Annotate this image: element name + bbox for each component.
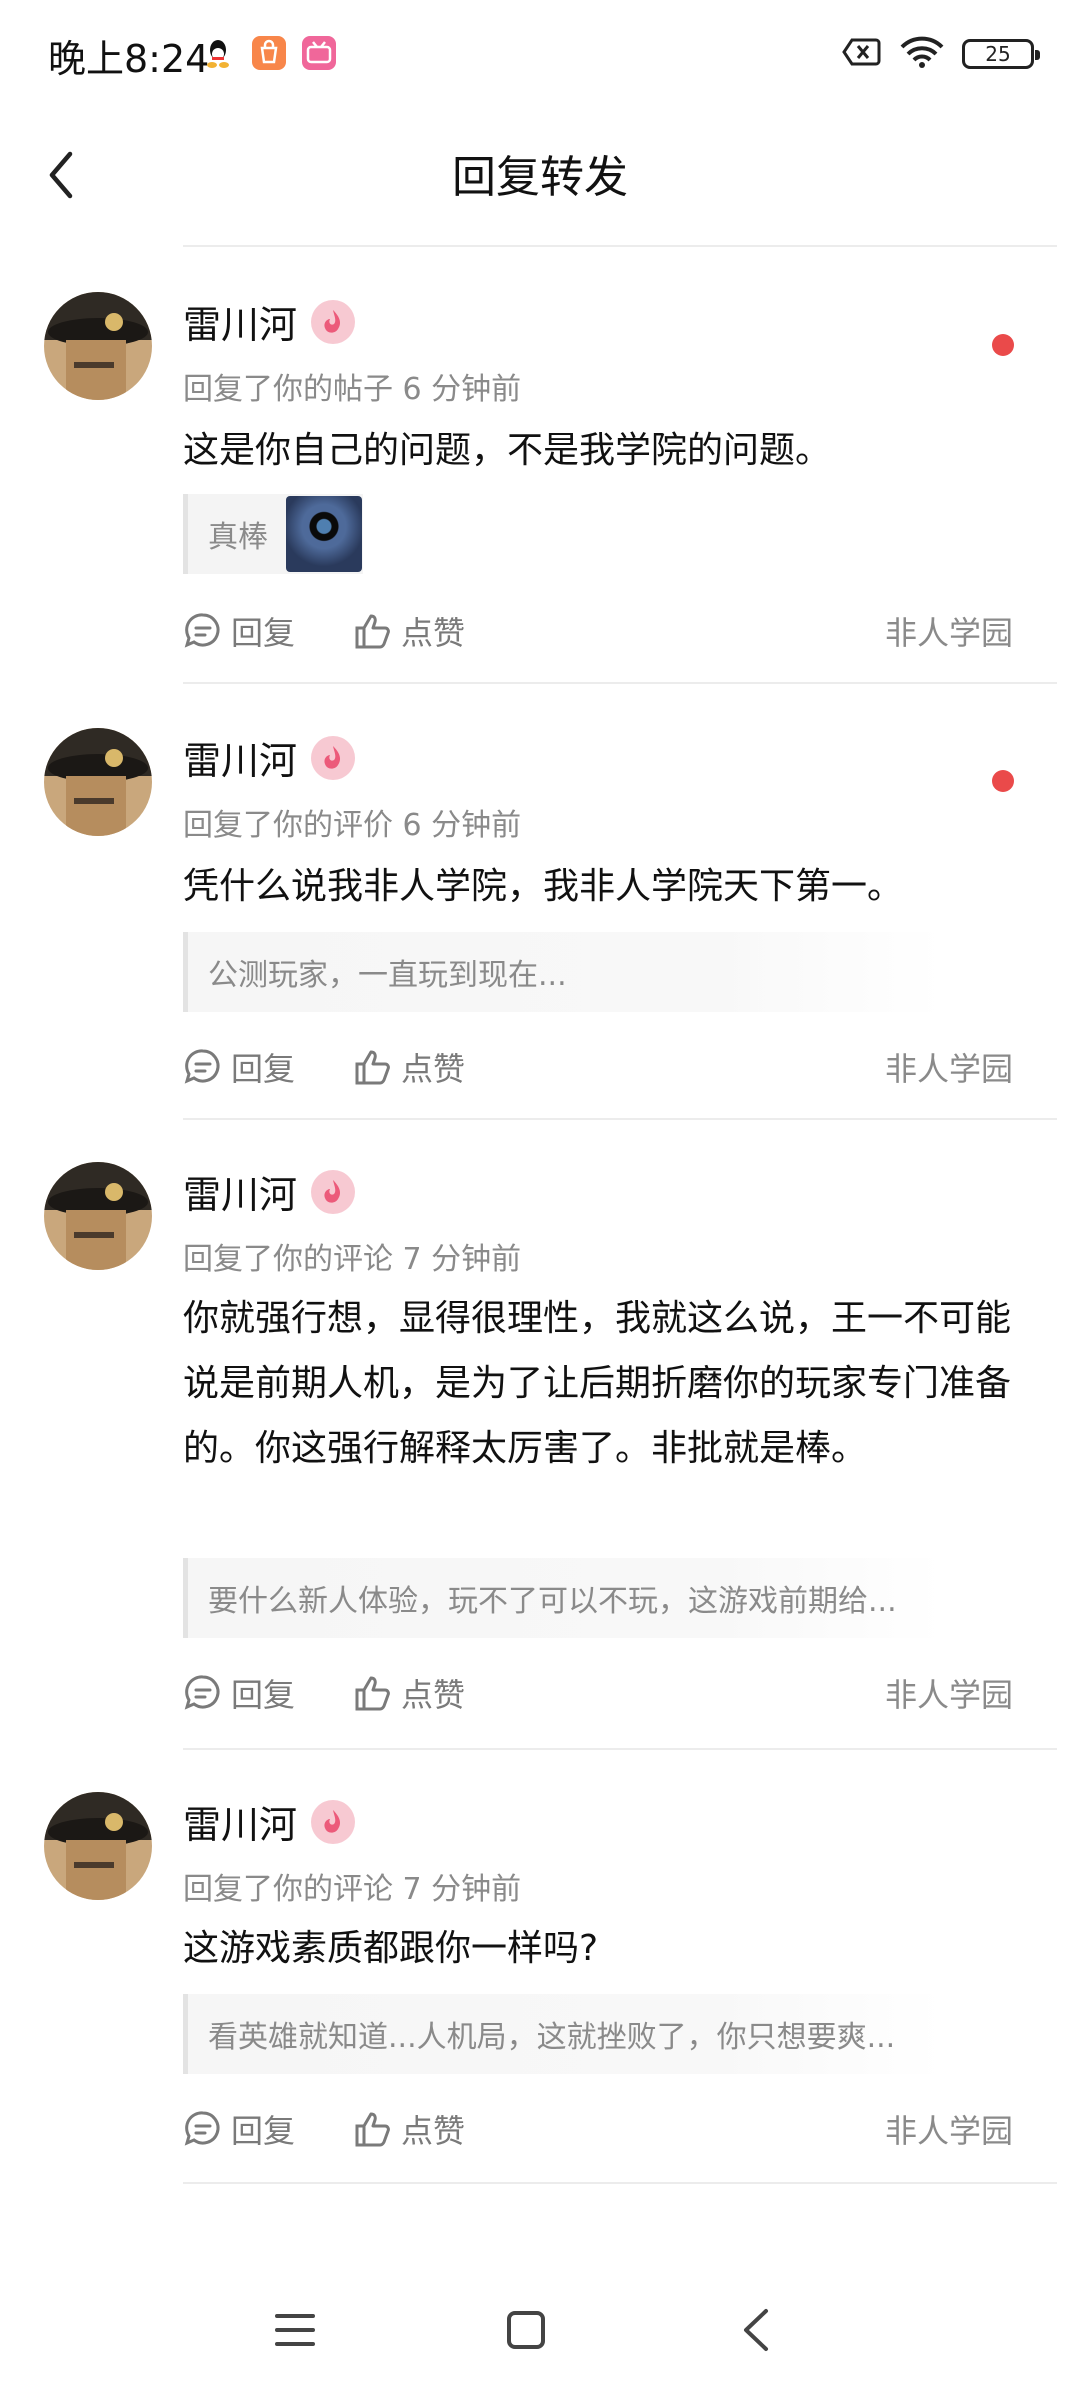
name-row: 雷川河 <box>183 294 356 349</box>
forum-link[interactable]: 非人学园 <box>885 608 1013 654</box>
thumbs-up-icon <box>355 1050 390 1085</box>
action-row: 回复 点赞 非人学园 <box>183 606 1013 656</box>
unread-dot <box>992 770 1014 792</box>
qq-icon <box>206 38 230 68</box>
like-button[interactable]: 点赞 <box>353 1044 465 1090</box>
comment-icon <box>184 2111 220 2146</box>
system-nav-bar <box>0 2260 1080 2400</box>
reply-content: 凭什么说我非人学院，我非人学院天下第一。 <box>183 866 904 907</box>
reply-content: 这是你自己的问题，不是我学院的问题。 <box>183 430 832 471</box>
username[interactable]: 雷川河 <box>183 1794 297 1849</box>
reply-button[interactable]: 回复 <box>183 1044 295 1090</box>
back-triangle-icon <box>744 2309 768 2351</box>
status-bar: 晚上8:24 25 <box>0 0 1080 105</box>
notification-meta: 回复了你的评论 7 分钟前 <box>183 1242 522 1277</box>
like-label: 点赞 <box>401 614 466 652</box>
level-badge-icon <box>311 299 356 344</box>
avatar[interactable] <box>44 728 152 836</box>
notification-meta: 回复了你的评价 6 分钟前 <box>183 808 522 843</box>
no-sim-icon <box>842 37 882 71</box>
bilibili-icon <box>302 36 336 70</box>
notification-item[interactable]: 雷川河 回复了你的评论 7 分钟前 这游戏素质都跟你一样吗? 看英雄就知道...… <box>0 1750 1080 2182</box>
comment-icon <box>184 613 220 648</box>
status-right: 25 <box>842 34 1040 74</box>
username[interactable]: 雷川河 <box>183 1164 297 1219</box>
quoted-post[interactable]: 要什么新人体验，玩不了可以不玩，这游戏前期给... <box>183 1558 943 1638</box>
thumbs-up-icon <box>355 614 390 649</box>
reply-label: 回复 <box>231 1050 296 1088</box>
wifi-icon <box>900 35 944 73</box>
home-button[interactable] <box>496 2300 556 2360</box>
unread-dot <box>992 334 1014 356</box>
like-label: 点赞 <box>401 1676 466 1714</box>
reply-label: 回复 <box>231 2112 296 2150</box>
divider <box>183 2182 1057 2184</box>
action-row: 回复 点赞 非人学园 <box>183 1042 1013 1092</box>
post-thumbnail <box>286 496 362 572</box>
mi-store-icon <box>252 36 286 70</box>
like-button[interactable]: 点赞 <box>353 608 465 654</box>
page-title: 回复转发 <box>452 152 628 203</box>
notification-item[interactable]: 雷川河 回复了你的帖子 6 分钟前 这是你自己的问题，不是我学院的问题。 真棒 … <box>0 248 1080 682</box>
comment-icon <box>184 1049 220 1084</box>
menu-icon <box>275 2314 315 2346</box>
reply-button[interactable]: 回复 <box>183 1670 295 1716</box>
like-label: 点赞 <box>401 1050 466 1088</box>
action-row: 回复 点赞 非人学园 <box>183 1668 1013 1718</box>
quoted-text: 看英雄就知道...人机局，这就挫败了，你只想要爽... <box>208 2020 896 2055</box>
avatar[interactable] <box>44 1162 152 1270</box>
username[interactable]: 雷川河 <box>183 730 297 785</box>
system-back-button[interactable] <box>726 2300 786 2360</box>
notification-item[interactable]: 雷川河 回复了你的评价 6 分钟前 凭什么说我非人学院，我非人学院天下第一。 公… <box>0 684 1080 1118</box>
notification-meta: 回复了你的评论 7 分钟前 <box>183 1872 522 1907</box>
name-row: 雷川河 <box>183 1164 356 1219</box>
thumbs-up-icon <box>355 1676 390 1711</box>
notification-meta: 回复了你的帖子 6 分钟前 <box>183 372 522 407</box>
home-square-icon <box>507 2311 545 2349</box>
thumbs-up-icon <box>355 2112 390 2147</box>
comment-icon <box>184 1675 220 1710</box>
avatar[interactable] <box>44 292 152 400</box>
forum-link[interactable]: 非人学园 <box>885 1670 1013 1716</box>
level-badge-icon <box>311 1169 356 1214</box>
level-badge-icon <box>311 735 356 780</box>
forum-link[interactable]: 非人学园 <box>885 1044 1013 1090</box>
reply-label: 回复 <box>231 614 296 652</box>
battery-icon: 25 <box>962 39 1040 69</box>
header: 回复转发 <box>0 105 1080 245</box>
reply-content: 这游戏素质都跟你一样吗? <box>183 1928 599 1969</box>
quoted-text: 要什么新人体验，玩不了可以不玩，这游戏前期给... <box>208 1584 897 1619</box>
quoted-text: 公测玩家，一直玩到现在... <box>208 958 567 993</box>
name-row: 雷川河 <box>183 730 356 785</box>
quoted-text: 真棒 <box>208 520 268 555</box>
quoted-post[interactable]: 公测玩家，一直玩到现在... <box>183 932 943 1012</box>
reply-content: 你就强行想，显得很理性，我就这么说，王一不可能说是前期人机，是为了让后期折磨你的… <box>183 1298 1012 1469</box>
quoted-post[interactable]: 真棒 <box>183 494 363 574</box>
name-row: 雷川河 <box>183 1794 356 1849</box>
battery-level: 25 <box>985 42 1011 66</box>
like-label: 点赞 <box>401 2112 466 2150</box>
like-button[interactable]: 点赞 <box>353 1670 465 1716</box>
avatar[interactable] <box>44 1792 152 1900</box>
action-row: 回复 点赞 非人学园 <box>183 2104 1013 2154</box>
forum-link[interactable]: 非人学园 <box>885 2106 1013 2152</box>
username[interactable]: 雷川河 <box>183 294 297 349</box>
notification-item[interactable]: 雷川河 回复了你的评论 7 分钟前 你就强行想，显得很理性，我就这么说，王一不可… <box>0 1120 1080 1748</box>
reply-label: 回复 <box>231 1676 296 1714</box>
status-time: 晚上8:24 <box>48 37 210 81</box>
level-badge-icon <box>311 1799 356 1844</box>
reply-button[interactable]: 回复 <box>183 2106 295 2152</box>
divider <box>183 245 1057 247</box>
menu-button[interactable] <box>265 2300 325 2360</box>
reply-button[interactable]: 回复 <box>183 608 295 654</box>
like-button[interactable]: 点赞 <box>353 2106 465 2152</box>
quoted-post[interactable]: 看英雄就知道...人机局，这就挫败了，你只想要爽... <box>183 1994 943 2074</box>
